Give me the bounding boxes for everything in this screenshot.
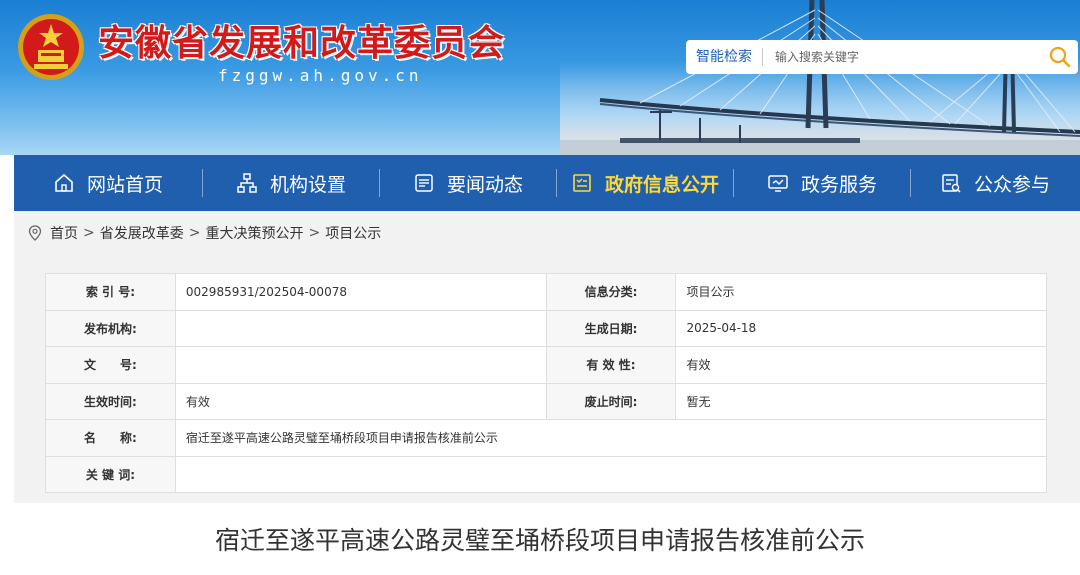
breadcrumb-separator: > (308, 225, 321, 241)
national-emblem-icon (18, 14, 84, 80)
publisher-label: 发布机构: (45, 309, 176, 347)
table-row: 索 引 号: 002985931/202504-00078 信息分类: 项目公示 (45, 273, 1047, 311)
nav-item-label: 公众参与 (973, 173, 1050, 196)
document-list-icon (571, 172, 593, 194)
nav-item-gov-services[interactable]: 政务服务 (734, 155, 910, 211)
home-icon (53, 172, 75, 194)
site-title: 安徽省发展和改革委员会 (98, 23, 506, 64)
breadcrumb-decision-preview[interactable]: 重大决策预公开 (205, 223, 303, 243)
breadcrumb-home[interactable]: 首页 (50, 223, 78, 243)
nav-item-organization[interactable]: 机构设置 (203, 155, 379, 211)
search-button[interactable] (1042, 40, 1078, 74)
info-category-label: 信息分类: (545, 273, 677, 311)
nav-item-home[interactable]: 网站首页 (14, 155, 202, 211)
generated-date-label: 生成日期: (545, 309, 677, 347)
article-title: 宿迁至遂平高速公路灵璧至埇桥段项目申请报告核准前公示 (214, 526, 865, 555)
keywords-value (174, 455, 1048, 493)
nav-item-label: 网站首页 (86, 173, 163, 196)
name-value: 宿迁至遂平高速公路灵璧至埇桥段项目申请报告核准前公示 (174, 419, 1048, 457)
table-row: 文 号: 有 效 性: 有效 (45, 346, 1047, 384)
newspaper-icon (413, 172, 435, 194)
search-box: 智能检索 (686, 40, 1078, 74)
nav-item-public-participation[interactable]: 公众参与 (911, 155, 1079, 211)
breadcrumb-separator: > (188, 225, 201, 241)
nav-item-label: 政府信息公开 (604, 173, 719, 196)
index-number-value: 002985931/202504-00078 (174, 273, 547, 311)
document-number-label: 文 号: (45, 346, 176, 384)
effective-time-label: 生效时间: (45, 382, 176, 420)
name-label: 名 称: (45, 419, 176, 457)
nav-item-label: 机构设置 (269, 173, 346, 196)
breadcrumb-ndrc[interactable]: 省发展改革委 (100, 223, 184, 243)
nav-item-news[interactable]: 要闻动态 (380, 155, 556, 211)
search-input[interactable] (763, 42, 1042, 72)
breadcrumb-separator: > (83, 225, 95, 241)
nav-item-label: 政务服务 (800, 173, 877, 196)
table-row: 名 称: 宿迁至遂平高速公路灵璧至埇桥段项目申请报告核准前公示 (45, 419, 1048, 457)
validity-label: 有 效 性: (545, 346, 677, 384)
table-row: 关 键 词: (45, 455, 1048, 493)
org-chart-icon (236, 172, 258, 194)
monitor-icon (767, 172, 789, 194)
search-label[interactable]: 智能检索 (686, 48, 763, 66)
info-metadata-table: 索 引 号: 002985931/202504-00078 信息分类: 项目公示… (45, 273, 1048, 493)
repeal-time-value: 暂无 (675, 382, 1047, 420)
index-number-label: 索 引 号: (45, 273, 176, 311)
header-banner: 安徽省发展和改革委员会 fzggw.ah.gov.cn 智能检索 (0, 0, 1080, 155)
site-domain: fzggw.ah.gov.cn (218, 66, 423, 85)
document-number-value (174, 346, 547, 384)
breadcrumb: 首页 > 省发展改革委 > 重大决策预公开 > 项目公示 (14, 211, 1080, 255)
info-category-value: 项目公示 (675, 273, 1047, 311)
feedback-icon (940, 172, 962, 194)
repeal-time-label: 废止时间: (545, 382, 677, 420)
table-row: 发布机构: 生成日期: 2025-04-18 (45, 309, 1047, 347)
effective-time-value: 有效 (174, 382, 547, 420)
table-row: 生效时间: 有效 废止时间: 暂无 (45, 382, 1047, 420)
search-icon (1049, 46, 1071, 68)
publisher-value (174, 309, 547, 347)
main-nav: 网站首页 机构设置 要闻动态 政府信息公开 政务服务 公众参与 (14, 155, 1080, 211)
validity-value: 有效 (675, 346, 1047, 384)
keywords-label: 关 键 词: (45, 455, 176, 493)
generated-date-value: 2025-04-18 (675, 309, 1047, 347)
breadcrumb-project-notice[interactable]: 项目公示 (325, 223, 381, 243)
nav-item-gov-info-disclosure[interactable]: 政府信息公开 (557, 155, 733, 211)
nav-item-label: 要闻动态 (446, 173, 523, 196)
location-pin-icon (28, 225, 42, 241)
